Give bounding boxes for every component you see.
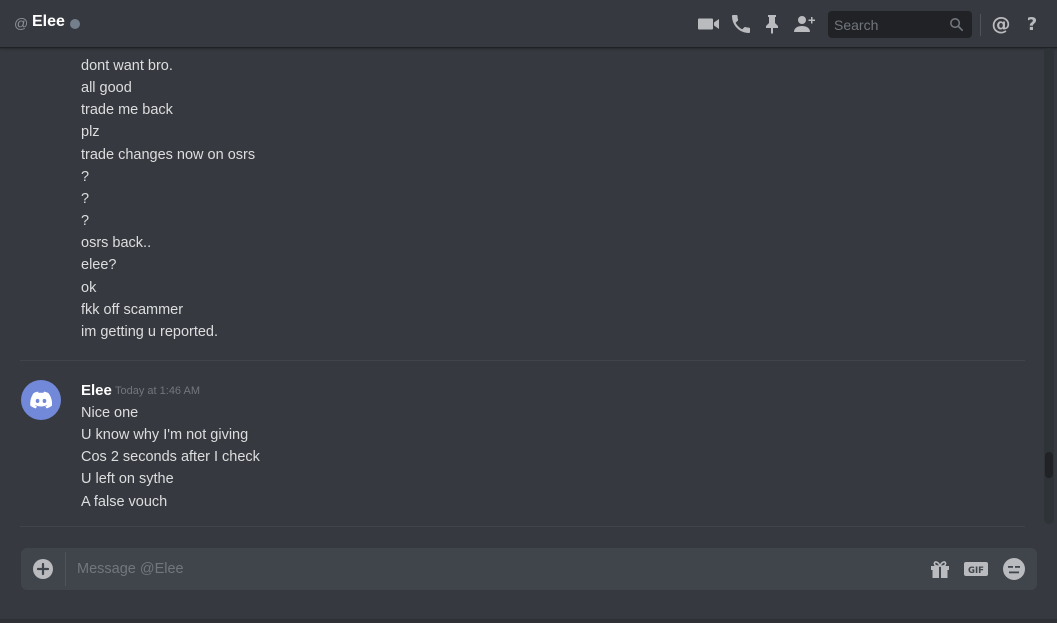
page-title[interactable]: Elee — [32, 13, 65, 31]
voice-call-icon[interactable] — [729, 12, 753, 36]
message-text: ok — [81, 280, 97, 296]
svg-text:?: ? — [1027, 14, 1037, 35]
discord-logo-icon — [30, 391, 52, 409]
header-divider — [980, 14, 981, 36]
channel-header: @ Elee @ ? — [0, 0, 1057, 48]
message-composer: GIF — [21, 548, 1037, 590]
gift-icon[interactable] — [928, 557, 952, 581]
video-call-icon[interactable] — [697, 12, 721, 36]
username[interactable]: Elee — [81, 382, 112, 399]
message-text: plz — [81, 124, 100, 140]
search-icon[interactable] — [948, 16, 965, 33]
message-text: all good — [81, 80, 132, 96]
message-text: elee? — [81, 257, 117, 273]
timestamp: Today at 1:46 AM — [115, 385, 200, 397]
bottom-edge — [0, 619, 1057, 623]
help-icon[interactable]: ? — [1020, 12, 1044, 36]
message-group-divider — [20, 360, 1025, 361]
attach-plus-icon[interactable] — [33, 559, 53, 579]
svg-text:GIF: GIF — [968, 566, 984, 576]
mentions-icon[interactable]: @ — [989, 12, 1013, 36]
svg-text:@: @ — [992, 13, 1011, 35]
message-text: trade changes now on osrs — [81, 147, 256, 163]
message-text: fkk off scammer — [81, 302, 184, 318]
message-input[interactable] — [67, 548, 907, 590]
search-input[interactable] — [828, 11, 946, 38]
message-list: dont want bro. all good trade me back pl… — [0, 49, 1040, 529]
message-text: Cos 2 seconds after I check — [81, 449, 260, 465]
message-text: U left on sythe — [81, 471, 174, 487]
message-text: ? — [81, 169, 90, 185]
message-text: trade me back — [81, 102, 173, 118]
emoji-icon[interactable] — [1002, 557, 1026, 581]
message-text: U know why I'm not giving — [81, 427, 249, 443]
message-text: A false vouch — [81, 494, 168, 510]
pinned-messages-icon[interactable] — [760, 12, 784, 36]
avatar[interactable] — [21, 380, 61, 420]
message-list-end-divider — [20, 526, 1025, 527]
message-text: im getting u reported. — [81, 324, 219, 340]
message-text: dont want bro. — [81, 58, 173, 74]
at-icon: @ — [14, 15, 29, 31]
search-box[interactable] — [828, 11, 972, 38]
message-text: ? — [81, 213, 90, 229]
message-text: Nice one — [81, 405, 139, 421]
add-friend-icon[interactable] — [792, 12, 816, 36]
message-text: ? — [81, 191, 90, 207]
composer-divider — [65, 552, 66, 586]
status-offline-indicator — [70, 19, 80, 29]
scrollbar-thumb[interactable] — [1045, 452, 1053, 478]
message-text: osrs back.. — [81, 235, 152, 251]
gif-icon[interactable]: GIF — [964, 557, 988, 581]
